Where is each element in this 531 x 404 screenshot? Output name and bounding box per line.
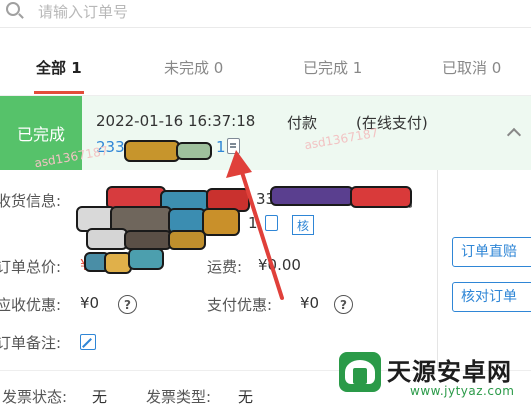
verify-order-button[interactable]: 核对订单 bbox=[452, 282, 531, 312]
pay-discount-value: ¥0 bbox=[300, 294, 320, 312]
tab-cancelled[interactable]: 已取消 0 bbox=[442, 57, 501, 78]
search-bar[interactable]: 请输入订单号 bbox=[0, 0, 531, 28]
invoice-status-label: 发票状态: bbox=[2, 388, 68, 404]
order-time: 2022-01-16 16:37:18 bbox=[96, 112, 256, 130]
freight-label: 运费: bbox=[207, 258, 243, 276]
chevron-up-icon[interactable] bbox=[506, 127, 522, 143]
help-icon[interactable]: ? bbox=[118, 295, 137, 314]
invoice-status-value: 无 bbox=[92, 388, 108, 404]
tab-all[interactable]: 全部 1 bbox=[36, 57, 82, 78]
order-pay-label: 付款 bbox=[287, 114, 318, 132]
copy-icon[interactable] bbox=[265, 215, 278, 231]
remark-label: 订单备注: bbox=[0, 334, 62, 352]
pay-discount-label: 支付优惠: bbox=[207, 296, 273, 314]
help-icon[interactable]: ? bbox=[334, 295, 353, 314]
tab-completed[interactable]: 已完成 1 bbox=[303, 57, 362, 78]
shipping-fragment: 1 bbox=[248, 214, 258, 232]
edit-icon[interactable] bbox=[80, 334, 96, 350]
invoice-type-value: 无 bbox=[238, 388, 254, 404]
search-icon bbox=[6, 2, 20, 16]
active-tab-indicator bbox=[34, 91, 84, 94]
order-tabs: 全部 1 未完成 0 已完成 1 已取消 0 bbox=[0, 28, 531, 96]
discount-label: 应收优惠: bbox=[0, 296, 62, 314]
order-header[interactable]: 已完成 2022-01-16 16:37:18 付款 (在线支付) 233 1 … bbox=[0, 96, 531, 170]
verify-tag[interactable]: 核 bbox=[292, 215, 314, 235]
invoice-type-label: 发票类型: bbox=[146, 388, 212, 404]
tab-incomplete[interactable]: 未完成 0 bbox=[164, 57, 223, 78]
search-input[interactable]: 请输入订单号 bbox=[38, 1, 128, 22]
copy-icon[interactable] bbox=[227, 138, 240, 154]
site-logo-url: www.jytyaz.com bbox=[410, 384, 515, 398]
order-number-suffix[interactable]: 1 bbox=[216, 138, 226, 156]
side-divider bbox=[437, 170, 438, 370]
direct-compensation-button[interactable]: 订单直赔 bbox=[452, 237, 531, 267]
total-price-label: 订单总价: bbox=[0, 258, 62, 276]
site-logo-icon bbox=[339, 352, 381, 392]
discount-value: ¥0 bbox=[80, 294, 100, 312]
site-logo-name: 天源安卓网 bbox=[387, 358, 512, 386]
freight-value: ¥0.00 bbox=[258, 256, 301, 274]
shipping-label: 收货信息: bbox=[0, 192, 62, 210]
